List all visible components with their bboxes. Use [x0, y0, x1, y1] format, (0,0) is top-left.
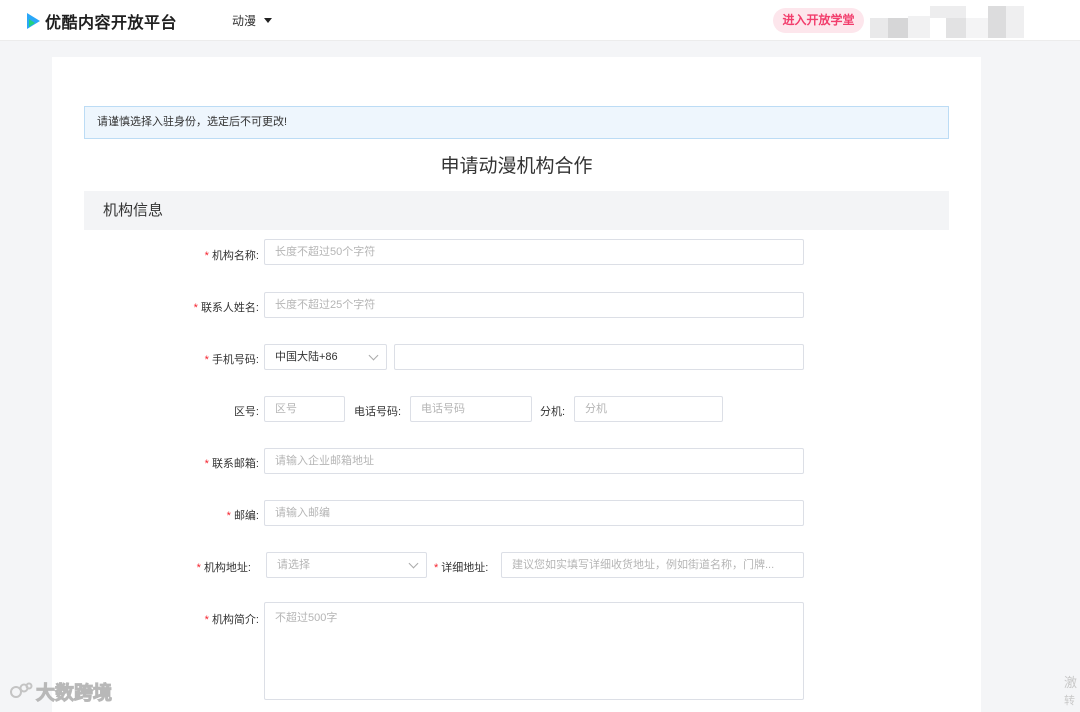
academy-button[interactable]: 进入开放学堂: [773, 8, 864, 33]
address-placeholder: 请选择: [277, 559, 310, 571]
contact-name-label: * 联系人姓名:: [193, 302, 259, 314]
contact-name-input[interactable]: 长度不超过25个字符: [264, 292, 804, 318]
required-mark: *: [434, 562, 439, 574]
org-name-label: * 机构名称:: [204, 250, 259, 262]
required-mark: *: [204, 614, 209, 626]
phone-label: 电话号码:: [354, 406, 402, 418]
notice-banner: 请谨慎选择入驻身份，选定后不可更改!: [84, 106, 949, 139]
youku-logo[interactable]: 优酷内容开放平台: [27, 11, 178, 32]
postcode-label: * 邮编:: [226, 510, 259, 522]
required-mark: *: [204, 250, 209, 262]
extension-label: 分机:: [540, 406, 566, 418]
detail-address-input[interactable]: 建议您如实填写详细收货地址，例如街道名称，门牌...: [501, 552, 804, 578]
category-dropdown[interactable]: 动漫: [232, 12, 273, 29]
intro-label: * 机构简介:: [204, 614, 259, 626]
category-label: 动漫: [232, 14, 257, 28]
required-mark: *: [196, 562, 201, 574]
required-mark: *: [204, 354, 209, 366]
watermark-text: 大数跨境: [35, 683, 113, 705]
side-text-2: 转: [1064, 695, 1075, 707]
user-avatar-blurred[interactable]: [870, 6, 1024, 38]
youku-logo-icon: [27, 13, 41, 29]
caret-down-icon: [264, 18, 273, 23]
side-text-1: 激: [1064, 675, 1078, 690]
phone-input[interactable]: 电话号码: [410, 396, 532, 422]
area-code-input[interactable]: 区号: [264, 396, 345, 422]
page-title: 申请动漫机构合作: [440, 156, 593, 177]
mobile-input[interactable]: [394, 344, 804, 370]
chevron-down-icon: [368, 350, 379, 361]
extension-input[interactable]: 分机: [574, 396, 723, 422]
area-code-label: 区号:: [233, 406, 259, 418]
org-name-input[interactable]: 长度不超过50个字符: [264, 239, 804, 265]
postcode-input[interactable]: 请输入邮编: [264, 500, 804, 526]
top-bar: 优酷内容开放平台 动漫 进入开放学堂: [0, 0, 1080, 41]
intro-textarea[interactable]: 不超过500字: [264, 602, 804, 700]
required-mark: *: [226, 510, 231, 522]
form-card: 请谨慎选择入驻身份，选定后不可更改! 申请动漫机构合作 机构信息 * 机构名称: …: [52, 57, 981, 712]
email-label: * 联系邮箱:: [204, 458, 259, 470]
required-mark: *: [204, 458, 209, 470]
email-input[interactable]: 请输入企业邮箱地址: [264, 448, 804, 474]
detail-address-label: * 详细地址:: [434, 562, 489, 574]
watermark-logo-icon: [10, 682, 33, 698]
required-mark: *: [193, 302, 198, 314]
country-code-select[interactable]: 中国大陆+86: [264, 344, 387, 370]
section-header: 机构信息: [84, 191, 949, 230]
chevron-down-icon: [408, 558, 419, 569]
address-select[interactable]: 请选择: [266, 552, 427, 578]
address-label: * 机构地址:: [196, 562, 251, 574]
logo-text: 优酷内容开放平台: [45, 15, 178, 32]
mobile-label: * 手机号码:: [204, 354, 259, 366]
country-code-value: 中国大陆+86: [275, 351, 338, 363]
watermark: 大数跨境: [9, 678, 113, 705]
